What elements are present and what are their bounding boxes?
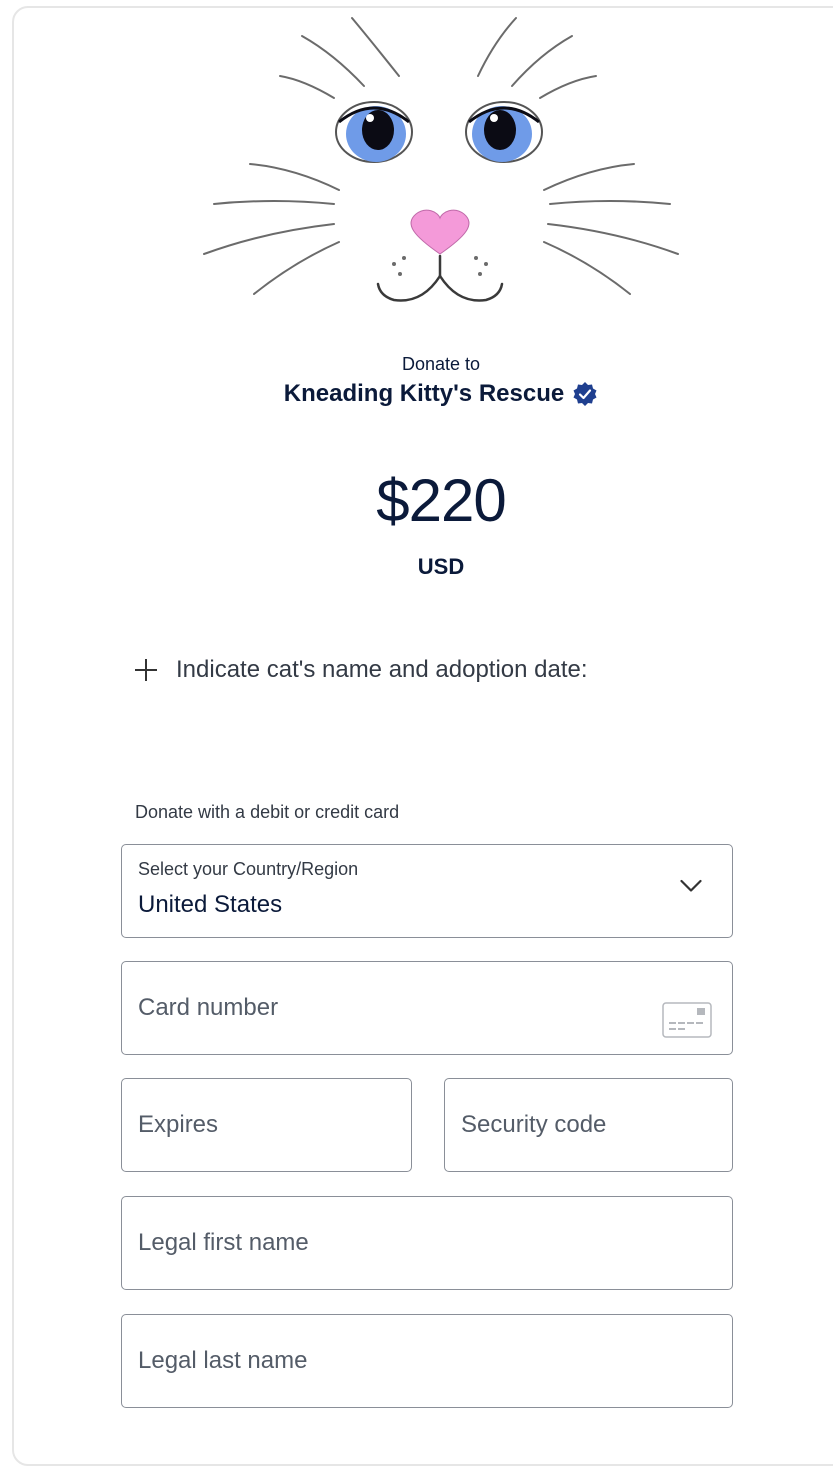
verified-badge-icon	[573, 382, 597, 406]
add-note-toggle[interactable]: Indicate cat's name and adoption date:	[134, 656, 588, 684]
last-name-field[interactable]	[121, 1314, 733, 1408]
add-note-label: Indicate cat's name and adoption date:	[176, 656, 588, 683]
org-title-row: Kneading Kitty's Rescue	[14, 380, 833, 408]
last-name-input[interactable]	[122, 1315, 732, 1407]
security-code-field[interactable]	[444, 1078, 733, 1172]
credit-card-icon	[662, 1002, 712, 1038]
country-select-caption: Select your Country/Region	[138, 859, 359, 879]
currency-label: USD	[417, 554, 465, 579]
first-name-input[interactable]	[122, 1197, 732, 1289]
expires-field[interactable]	[121, 1078, 412, 1172]
first-name-field[interactable]	[121, 1196, 733, 1290]
security-code-input[interactable]	[445, 1079, 732, 1171]
plus-icon	[134, 658, 158, 682]
country-select-value: United States	[138, 891, 283, 918]
donation-amount: $220	[376, 467, 506, 534]
cat-face-logo	[203, 17, 679, 302]
donate-to-label: Donate to	[401, 354, 481, 374]
payment-section-label: Donate with a debit or credit card	[135, 802, 400, 822]
card-number-field[interactable]	[121, 961, 733, 1055]
country-select[interactable]: Select your Country/Region United States	[121, 844, 733, 938]
expires-input[interactable]	[122, 1079, 411, 1171]
chevron-down-icon	[680, 879, 702, 892]
org-name: Kneading Kitty's Rescue	[283, 380, 565, 407]
card-number-input[interactable]	[122, 962, 732, 1054]
